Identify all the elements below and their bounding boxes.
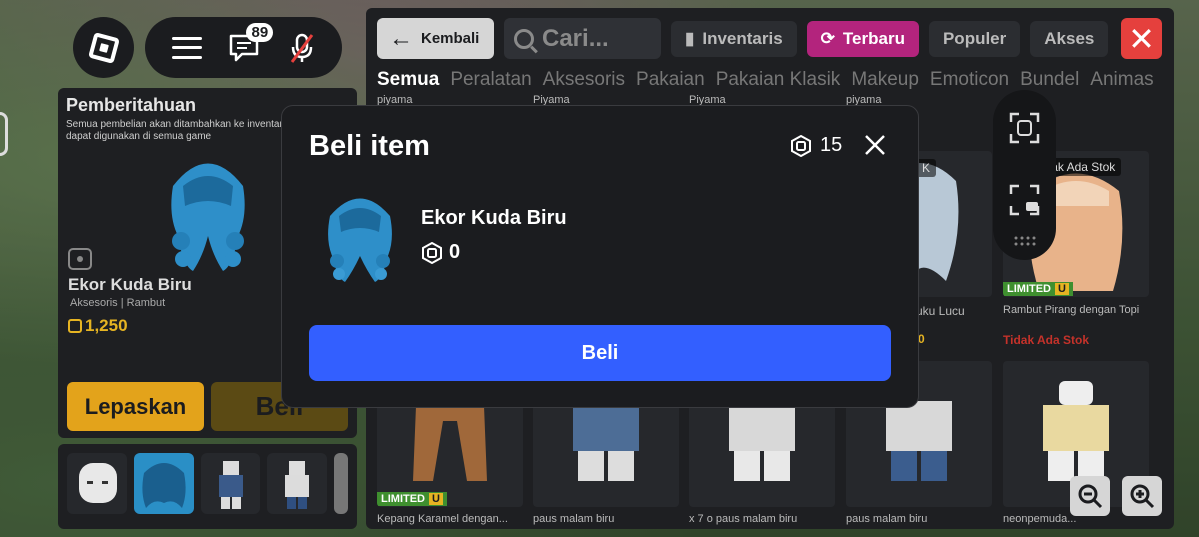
zoom-out-icon — [1078, 484, 1103, 509]
back-label: Kembali — [421, 30, 480, 47]
modal-item-price-value: 0 — [449, 241, 461, 263]
screenshot-frame-icon[interactable] — [1009, 112, 1040, 144]
camera-capture-icon[interactable] — [1009, 184, 1040, 216]
edge-button-fragment[interactable] — [0, 112, 8, 156]
search-input[interactable]: Cari... — [504, 18, 661, 59]
thumbnail-scroll-partial[interactable] — [334, 453, 348, 514]
blue-ponytail-hair-image — [171, 163, 245, 271]
robux-icon — [68, 319, 82, 333]
card-kepang-name: Kepang Karamel dengan... — [377, 513, 508, 525]
tab-aksesoris-label: Akses — [1044, 28, 1095, 48]
category-pakaian-klasik[interactable]: Pakaian Klasik — [716, 69, 841, 91]
equipped-item-price: 1,250 — [68, 316, 128, 336]
chat-button[interactable]: 89 — [228, 22, 274, 63]
limited-badge-2: LIMITED U — [377, 492, 447, 506]
thumbnail-shirt[interactable] — [200, 453, 261, 514]
tab-populer[interactable]: Populer — [928, 20, 1021, 57]
camera-tool-pill — [993, 90, 1056, 260]
zoom-in-icon — [1130, 484, 1155, 509]
category-emoticon[interactable]: Emoticon — [930, 69, 1009, 91]
card-lucu-price: 0 — [918, 332, 925, 346]
modal-close-icon[interactable] — [860, 130, 890, 160]
card-paus-1-name: paus malam biru — [533, 513, 615, 525]
equipped-item-price-value: 1,250 — [85, 316, 128, 335]
close-catalog-button[interactable]: ✕ — [1121, 18, 1162, 59]
modal-title: Beli item — [309, 130, 430, 162]
card-paus-3-name: paus malam biru — [846, 513, 928, 525]
thumbnail-head[interactable] — [67, 453, 127, 514]
chat-count-badge: 89 — [246, 22, 274, 42]
category-semua[interactable]: Semua — [377, 69, 439, 91]
category-row: Semua Peralatan Aksesoris Pakaian Pakaia… — [377, 69, 1154, 91]
refresh-icon: ⟳ — [820, 28, 835, 48]
modal-item-name: Ekor Kuda Biru — [421, 207, 567, 229]
zoom-out-button[interactable] — [1070, 476, 1110, 516]
tab-populer-label: Populer — [942, 28, 1007, 48]
hud-control-pill: 89 — [145, 17, 342, 78]
tab-terbaru-label: Terbaru — [842, 28, 905, 48]
close-icon: ✕ — [1128, 19, 1155, 58]
tab-terbaru[interactable]: ⟳ Terbaru — [806, 20, 919, 57]
search-icon — [514, 28, 534, 49]
thumbnail-blue-hair[interactable] — [133, 453, 194, 514]
arrow-left-icon: ← — [389, 24, 413, 52]
equipped-item-category: Aksesoris | Rambut — [70, 297, 166, 309]
notification-title: Pemberitahuan — [66, 95, 197, 115]
card-rambut-pirang-name: Rambut Pirang dengan Topi — [1003, 304, 1140, 316]
card-neon-name: neonpemuda... — [1003, 513, 1077, 525]
category-makeup[interactable]: Makeup — [851, 69, 919, 91]
robux-icon — [422, 241, 442, 264]
catalog-top-bar: ← Kembali Cari... ▮ Inventaris ⟳ Terbaru… — [377, 18, 1109, 59]
muted-mic-icon[interactable] — [289, 32, 315, 64]
preview-eye-icon[interactable] — [68, 248, 92, 270]
thumbnail-pants[interactable] — [267, 453, 328, 514]
modal-item-thumbnail — [328, 198, 392, 282]
tab-inventaris-label: Inventaris — [702, 28, 783, 48]
category-bundel[interactable]: Bundel — [1020, 69, 1079, 91]
search-placeholder: Cari... — [542, 24, 609, 52]
modal-item-price: 0 — [421, 241, 460, 264]
back-button[interactable]: ← Kembali — [377, 18, 494, 59]
tab-inventaris[interactable]: ▮ Inventaris — [671, 20, 797, 57]
equipped-thumbnail-strip — [58, 444, 357, 529]
hamburger-menu-icon[interactable] — [172, 36, 203, 59]
purchase-modal: Beli item 15 Ekor Kuda Biru 0 Beli — [281, 105, 919, 408]
category-pakaian[interactable]: Pakaian — [636, 69, 705, 91]
card-rambut-pirang-status: Tidak Ada Stok — [1003, 333, 1090, 347]
robux-balance-value: 15 — [820, 134, 843, 156]
limited-badge: LIMITED U — [1003, 282, 1073, 296]
category-peralatan[interactable]: Peralatan — [450, 69, 531, 91]
tab-aksesoris-partial[interactable]: Akses — [1030, 20, 1109, 57]
zoom-in-button[interactable] — [1122, 476, 1162, 516]
card-paus-2-name: x 7 o paus malam biru — [689, 513, 798, 525]
backpack-icon: ▮ — [685, 28, 695, 48]
stock-tag-partial: K — [916, 159, 937, 177]
confirm-buy-button[interactable]: Beli — [309, 325, 891, 381]
category-animasi[interactable]: Animas — [1090, 69, 1153, 91]
roblox-logo-icon — [87, 31, 120, 64]
roblox-menu-button[interactable] — [73, 17, 134, 78]
robux-icon — [791, 134, 811, 157]
equipped-item-name: Ekor Kuda Biru — [68, 275, 192, 294]
robux-balance: 15 — [790, 134, 842, 157]
unequip-button[interactable]: Lepaskan — [67, 382, 204, 431]
category-aksesoris[interactable]: Aksesoris — [543, 69, 625, 91]
drag-handle-icon[interactable] — [1014, 236, 1036, 246]
